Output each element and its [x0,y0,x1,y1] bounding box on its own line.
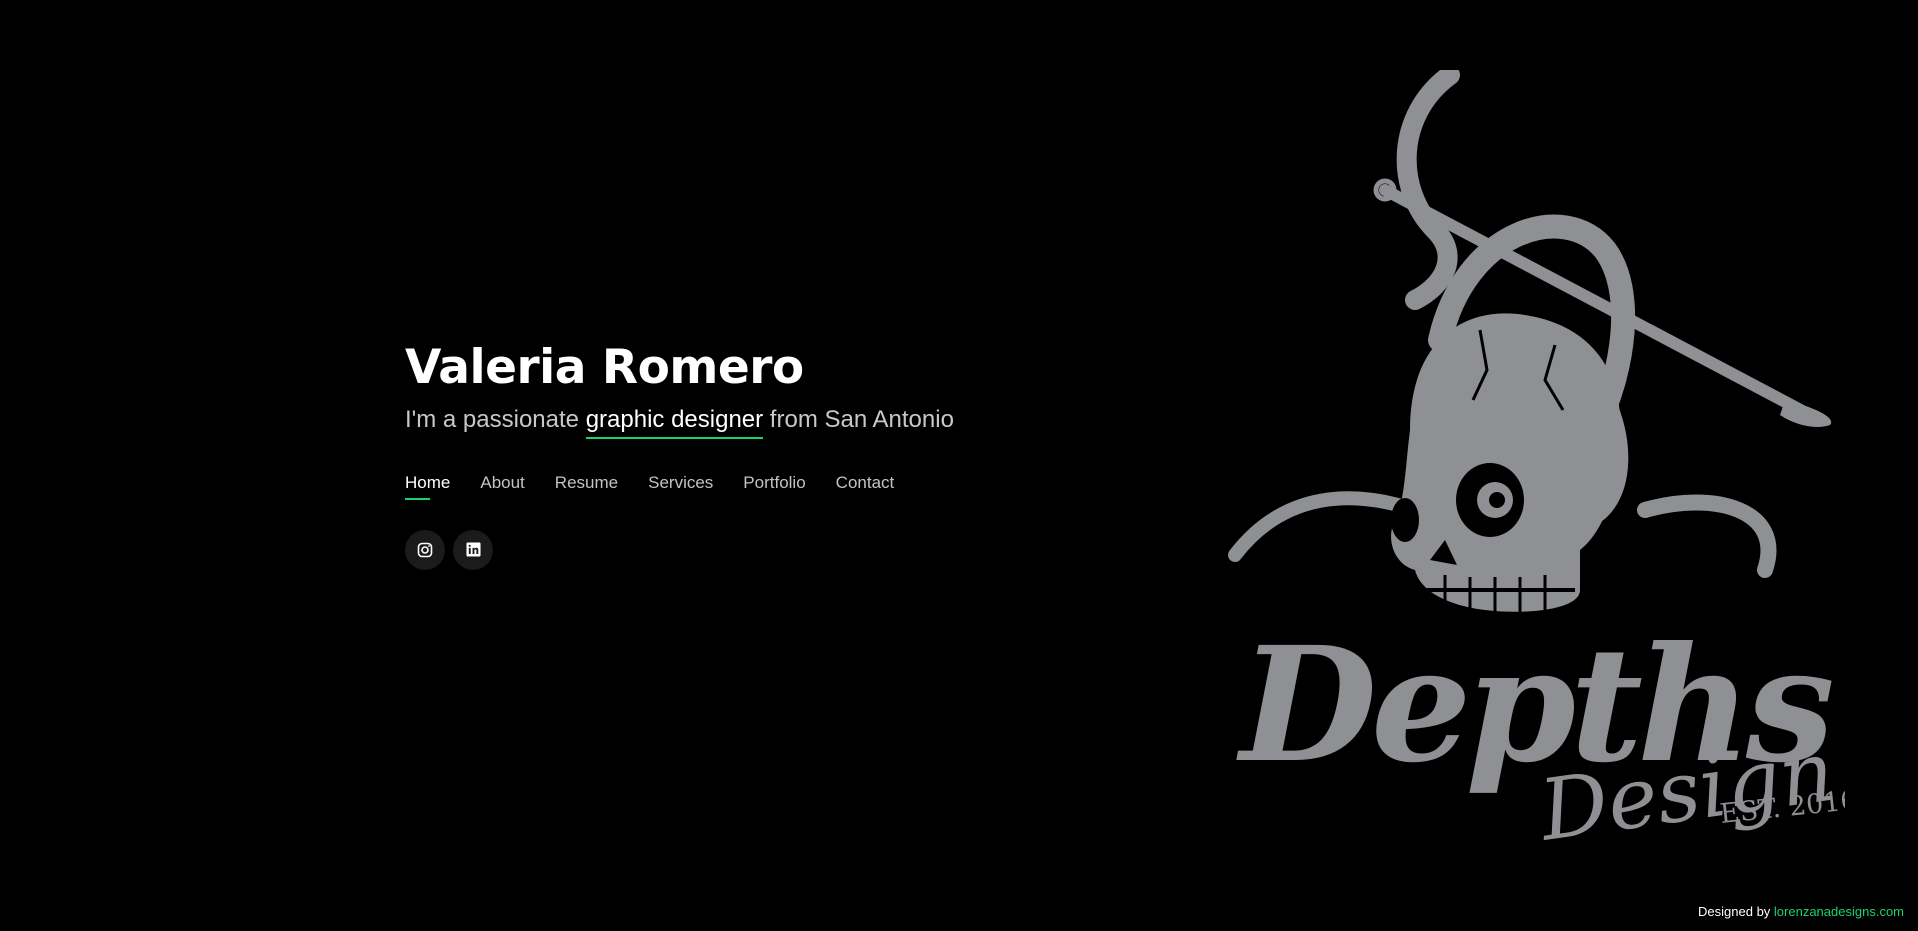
nav-services[interactable]: Services [648,473,713,500]
hero-tagline: I'm a passionate graphic designer from S… [405,406,954,439]
credits-link[interactable]: lorenzanadesigns.com [1774,904,1904,919]
linkedin-button[interactable] [453,529,493,570]
hero-section: Valeria Romero I'm a passionate graphic … [405,342,954,570]
tagline-suffix: from San Antonio [763,405,954,433]
credits-prefix: Designed by [1698,904,1774,919]
instagram-button[interactable] [405,529,445,570]
hero-name: Valeria Romero [405,340,804,395]
nav-contact[interactable]: Contact [836,473,895,500]
nav-portfolio[interactable]: Portfolio [743,473,805,500]
nav-home[interactable]: Home [405,473,450,500]
nav-resume[interactable]: Resume [555,473,618,500]
tagline-highlight: graphic designer [585,406,764,439]
nav-about[interactable]: About [480,473,524,500]
social-links [405,529,954,570]
depths-design-logo: Depths Design EST. 2016 [1228,70,1845,860]
linkedin-icon [465,542,481,557]
tagline-prefix: I'm a passionate [405,405,586,433]
instagram-icon [417,542,433,557]
footer-credits: Designed by lorenzanadesigns.com [1698,904,1904,919]
main-nav: Home About Resume Services Portfolio Con… [405,473,954,500]
